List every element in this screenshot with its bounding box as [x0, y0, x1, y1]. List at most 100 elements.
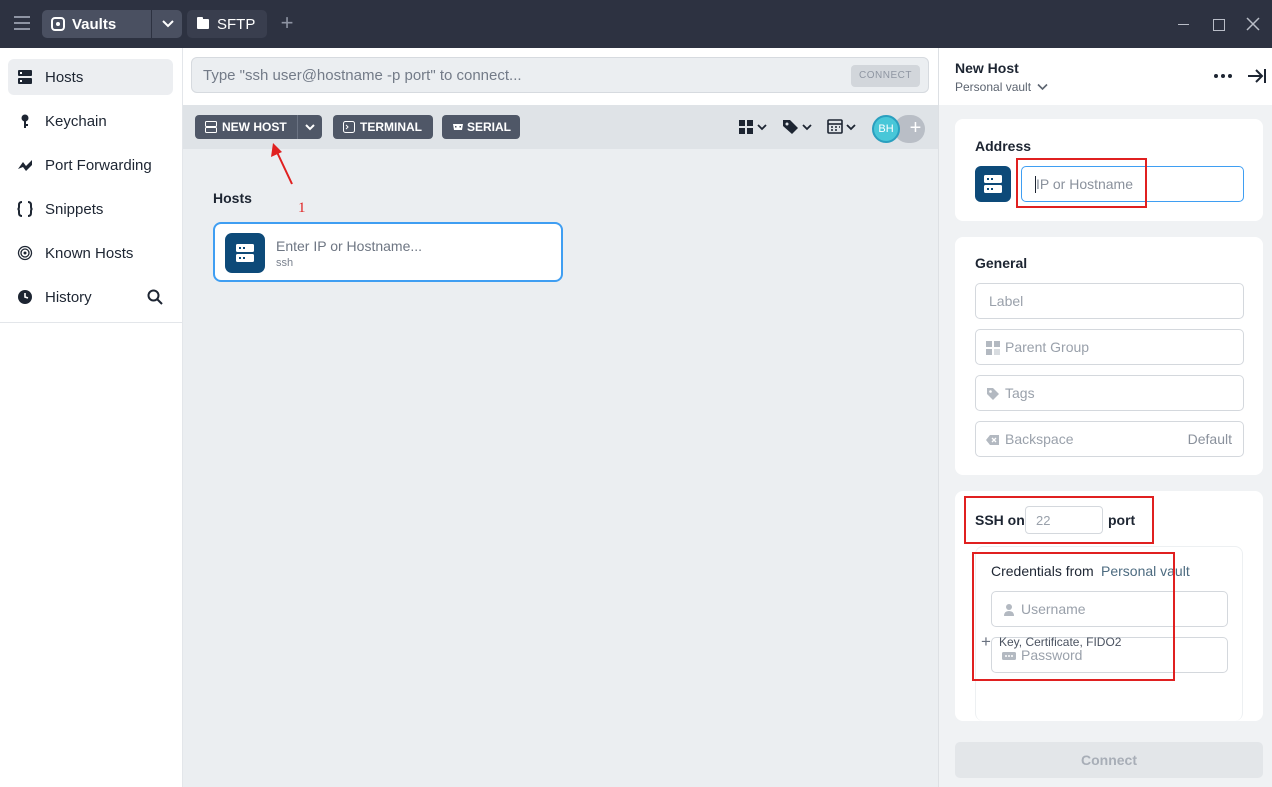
sidebar-item-label: Port Forwarding — [45, 157, 152, 174]
tag-icon — [987, 388, 999, 400]
sidebar-item-label: Known Hosts — [45, 245, 134, 262]
sidebar-item-port-forwarding[interactable]: Port Forwarding — [8, 147, 173, 183]
terminal-icon — [343, 121, 355, 133]
hosts-section-title: Hosts — [213, 190, 252, 206]
chevron-down-icon — [1037, 83, 1048, 91]
general-card: General Label Parent Group Tags Backspac… — [955, 237, 1263, 475]
serial-button[interactable]: SERIAL — [442, 115, 520, 139]
chevron-down-icon[interactable] — [161, 16, 175, 30]
new-host-card[interactable]: Enter IP or Hostname... ssh — [213, 222, 563, 282]
chevron-down-icon — [305, 124, 315, 131]
vaults-tab[interactable]: Vaults — [42, 10, 182, 38]
sftp-tab[interactable]: SFTP — [187, 10, 267, 38]
port-placeholder: 22 — [1036, 513, 1051, 528]
avatar[interactable]: BH — [872, 115, 900, 143]
sidebar-item-known-hosts[interactable]: Known Hosts — [8, 235, 173, 271]
fingerprint-icon — [17, 245, 33, 261]
server-icon — [205, 121, 217, 133]
grid-view-icon[interactable] — [738, 117, 770, 137]
host-icon — [975, 166, 1011, 202]
maximize-button[interactable] — [1208, 14, 1228, 34]
backspace-field[interactable]: Backspace Default — [975, 421, 1244, 457]
backspace-placeholder: Backspace — [1005, 431, 1074, 447]
parent-group-placeholder: Parent Group — [1005, 339, 1090, 355]
vaults-tab-label: Vaults — [72, 16, 117, 33]
sidebar-item-label: Hosts — [45, 69, 84, 86]
quick-connect-placeholder: Type "ssh user@hostname -p port" to conn… — [203, 67, 522, 84]
plus-icon: + — [981, 632, 991, 651]
backspace-icon — [986, 435, 999, 445]
new-host-label: NEW HOST — [222, 120, 287, 134]
menu-icon[interactable] — [14, 16, 30, 30]
terminal-label: TERMINAL — [360, 120, 422, 134]
annotation-arrow — [271, 143, 293, 185]
port-input[interactable]: 22 — [1025, 506, 1103, 534]
sort-icon[interactable] — [827, 117, 859, 137]
sidebar-item-label: History — [45, 289, 92, 306]
add-key-label: Key, Certificate, FIDO2 — [999, 635, 1122, 649]
sidebar-divider — [0, 322, 183, 323]
serial-label: SERIAL — [467, 120, 512, 134]
title-bar: Vaults SFTP + — [0, 0, 1272, 48]
parent-group-field[interactable]: Parent Group — [975, 329, 1244, 365]
connect-button[interactable]: Connect — [955, 742, 1263, 778]
panel-title: New Host — [955, 60, 1019, 76]
server-icon — [236, 244, 254, 262]
port-label: port — [1108, 512, 1136, 528]
group-icon — [986, 341, 1000, 355]
username-placeholder: Username — [1021, 601, 1086, 617]
serial-icon — [453, 124, 463, 130]
user-icon — [1004, 604, 1014, 616]
main-content: Type "ssh user@hostname -p port" to conn… — [183, 48, 938, 787]
clock-icon — [18, 290, 32, 304]
tags-field[interactable]: Tags — [975, 375, 1244, 411]
folder-icon — [197, 17, 209, 29]
ssh-card: SSH on 22 port Credentials from Personal… — [955, 491, 1263, 721]
server-icon — [984, 175, 1002, 193]
host-card-protocol: ssh — [276, 257, 294, 269]
tags-placeholder: Tags — [1005, 385, 1035, 401]
address-input[interactable]: IP or Hostname — [1021, 166, 1244, 202]
vault-selector[interactable]: Personal vault — [955, 80, 1048, 94]
password-placeholder: Password — [1021, 647, 1083, 663]
more-options-icon[interactable] — [1214, 74, 1232, 78]
new-host-button[interactable]: NEW HOST — [195, 115, 297, 139]
credentials-box: Credentials from Personal vault Username… — [975, 546, 1243, 721]
vault-icon — [51, 17, 65, 31]
ssh-on-label: SSH on — [975, 512, 1025, 528]
address-placeholder: IP or Hostname — [1036, 176, 1134, 192]
add-tab-button[interactable]: + — [277, 12, 297, 34]
sidebar-item-label: Snippets — [45, 201, 104, 218]
address-label: Address — [975, 138, 1032, 154]
general-label: General — [975, 255, 1028, 271]
search-icon[interactable] — [147, 289, 163, 305]
text-caret — [1035, 176, 1036, 193]
label-placeholder: Label — [989, 293, 1024, 309]
host-card-title: Enter IP or Hostname... — [276, 238, 423, 254]
label-field[interactable]: Label — [975, 283, 1244, 319]
hosts-icon — [18, 70, 32, 84]
quick-connect-input[interactable]: Type "ssh user@hostname -p port" to conn… — [191, 57, 929, 93]
credentials-from-label: Credentials from — [991, 563, 1094, 579]
annotation-number: 1 — [298, 200, 306, 216]
username-field[interactable]: Username — [991, 591, 1228, 627]
host-icon — [225, 233, 265, 273]
close-icon[interactable] — [1243, 14, 1263, 34]
new-host-panel: New Host Personal vault Address IP or Ho… — [938, 48, 1272, 787]
tag-filter-icon[interactable] — [781, 117, 815, 137]
sidebar-item-snippets[interactable]: Snippets — [8, 191, 173, 227]
credentials-vault-link[interactable]: Personal vault — [1101, 563, 1190, 579]
sidebar-item-hosts[interactable]: Hosts — [8, 59, 173, 95]
sidebar-item-label: Keychain — [45, 113, 107, 130]
sftp-tab-label: SFTP — [217, 16, 256, 33]
backspace-value: Default — [1187, 431, 1232, 447]
collapse-panel-icon[interactable] — [1247, 68, 1267, 84]
port-forwarding-icon — [18, 160, 32, 171]
address-card: Address IP or Hostname — [955, 119, 1263, 221]
sidebar-item-keychain[interactable]: Keychain — [8, 103, 173, 139]
new-host-dropdown[interactable] — [297, 115, 322, 139]
sidebar-item-history[interactable]: History — [8, 279, 173, 315]
connect-pill-button[interactable]: CONNECT — [851, 65, 920, 87]
terminal-button[interactable]: TERMINAL — [333, 115, 433, 139]
minimize-button[interactable] — [1174, 14, 1194, 34]
